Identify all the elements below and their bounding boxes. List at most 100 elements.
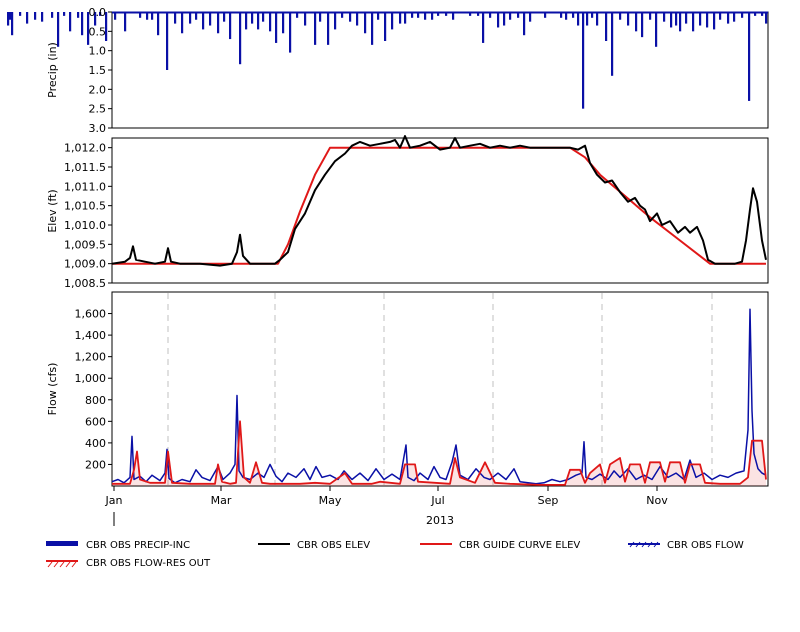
precip-bar	[81, 12, 84, 36]
precip-bar	[217, 12, 220, 34]
y-tick-label: 1,400	[75, 329, 107, 342]
precip-bar	[509, 12, 512, 20]
precip-bar	[431, 12, 434, 20]
x-tick-label: Nov	[646, 494, 668, 507]
legend-item-precip: CBR OBS PRECIP-INC	[46, 540, 190, 551]
precip-bar	[577, 12, 580, 26]
precip-bar	[7, 12, 10, 26]
precip-bar	[209, 12, 212, 26]
legend-hatch-flow-res-out	[47, 561, 77, 568]
precip-bar	[157, 12, 160, 36]
precip-bar	[251, 12, 254, 24]
precip-bar	[719, 12, 722, 20]
precip-bar	[239, 12, 242, 65]
y-tick-label: 1,010.5	[64, 200, 106, 213]
precip-bar	[26, 12, 29, 24]
precip-bar	[692, 12, 695, 32]
precip-bar	[189, 12, 192, 24]
precip-bar	[605, 12, 608, 41]
precip-bar	[166, 12, 169, 70]
precip-bar	[663, 12, 666, 22]
precip-bar	[289, 12, 292, 53]
x-axis-year-label: 2013	[426, 514, 454, 527]
precip-bar	[482, 12, 485, 43]
precip-bar	[349, 12, 352, 22]
y-tick-label: 1.5	[89, 64, 107, 77]
precip-bar	[151, 12, 154, 20]
precip-bar	[754, 12, 757, 16]
y-tick-label: 3.0	[89, 122, 107, 135]
precip-bar	[19, 12, 22, 16]
precip-bar	[627, 12, 630, 26]
precip-bar	[713, 12, 716, 30]
y-tick-label: 1,600	[75, 308, 107, 321]
y-tick-label: 1,009.5	[64, 238, 106, 251]
precip-bar	[257, 12, 260, 30]
precip-bar	[582, 12, 585, 109]
precip-bar	[635, 12, 638, 32]
precip-bar	[269, 12, 272, 32]
precip-bar	[560, 12, 563, 18]
precip-bar	[334, 12, 337, 30]
precip-bar	[596, 12, 599, 26]
x-tick-label: Sep	[538, 494, 559, 507]
legend-item-guide: CBR GUIDE CURVE ELEV	[420, 540, 580, 551]
precip-bar	[765, 12, 768, 24]
precip-bar	[748, 12, 751, 101]
precip-bar	[733, 12, 736, 22]
y-tick-label: 0.0	[89, 6, 107, 19]
precip-bar	[181, 12, 184, 34]
precip-bar	[77, 12, 80, 18]
precip-bar	[304, 12, 307, 26]
y-tick-label: 1,008.5	[64, 277, 106, 290]
precip-panel-frame	[111, 11, 769, 129]
y-tick-label: 0.5	[89, 25, 107, 38]
precip-bar	[371, 12, 374, 45]
precip-bar	[655, 12, 658, 47]
precip-bar	[282, 12, 285, 34]
x-tick-label: Jan	[105, 494, 123, 507]
precip-bar	[174, 12, 177, 24]
y-tick-label: 1.0	[89, 45, 107, 58]
precip-bar	[411, 12, 414, 18]
precip-bar	[327, 12, 330, 45]
precip-bar	[195, 12, 198, 20]
precip-bar	[565, 12, 568, 20]
precip-bar	[245, 12, 248, 30]
legend-label-precip: CBR OBS PRECIP-INC	[86, 540, 190, 551]
precip-bar	[262, 12, 265, 22]
y-tick-label: 800	[85, 394, 106, 407]
precip-bar	[341, 12, 344, 18]
precip-bar	[391, 12, 394, 30]
precip-bar	[761, 12, 764, 16]
precip-bar	[69, 12, 72, 32]
precip-bar	[202, 12, 205, 30]
y-tick-label: 600	[85, 415, 106, 428]
y-tick-label: 2.0	[89, 83, 107, 96]
precip-bar	[477, 12, 480, 16]
precip-bar	[34, 12, 37, 20]
y-tick-label: 1,010.0	[64, 219, 106, 232]
y-tick-label: 400	[85, 437, 106, 450]
precip-bar	[517, 12, 520, 18]
x-tick-label: May	[319, 494, 342, 507]
legend-swatch-precip	[46, 541, 78, 546]
flow-y-axis-label: Flow (cfs)	[46, 363, 59, 416]
y-tick-label: 1,200	[75, 351, 107, 364]
precip-bar	[727, 12, 730, 24]
precip-bar	[619, 12, 622, 20]
elev-y-axis-label: Elev (ft)	[46, 189, 59, 232]
legend-item-flow: CBR OBS FLOW	[628, 540, 744, 551]
precip-bar	[124, 12, 127, 32]
precip-bar	[296, 12, 299, 18]
precip-bar	[529, 12, 532, 22]
precip-bar	[497, 12, 500, 28]
precip-bar	[356, 12, 359, 26]
elev-panel-frame	[111, 137, 769, 284]
precip-bar	[404, 12, 407, 24]
precip-bar	[139, 12, 142, 18]
precip-bar	[114, 12, 117, 20]
y-tick-label: 1,012.0	[64, 142, 106, 155]
precip-bar	[489, 12, 492, 18]
precip-bar	[572, 12, 575, 18]
